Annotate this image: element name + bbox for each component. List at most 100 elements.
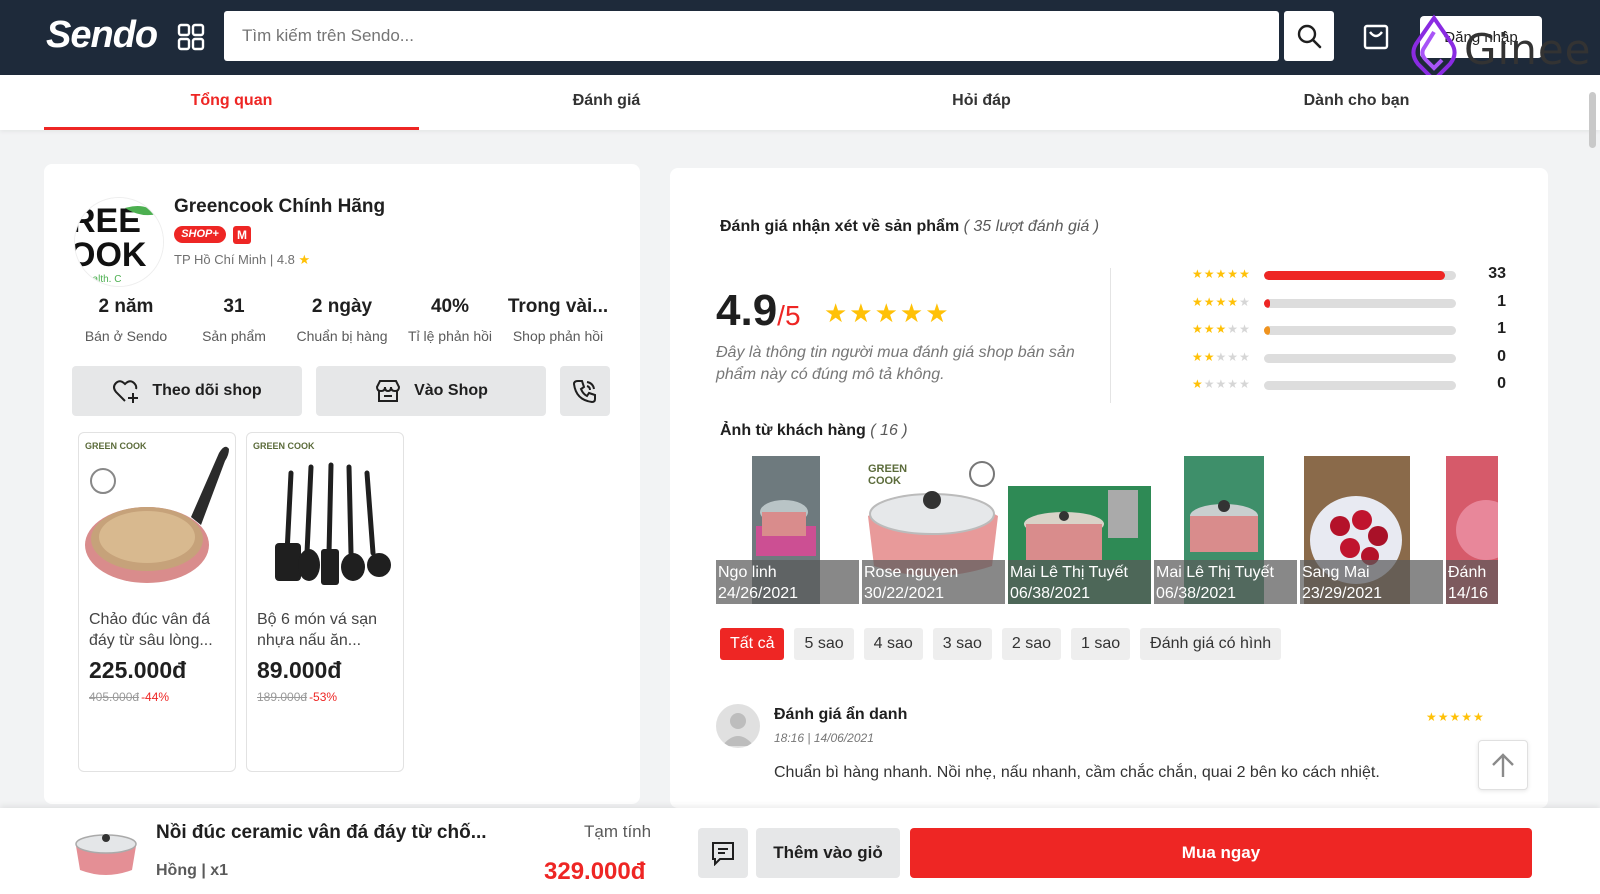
svg-text:ealth. C: ealth. C xyxy=(87,274,121,285)
filter-4-star[interactable]: 4 sao xyxy=(863,628,923,660)
search-icon xyxy=(1297,24,1322,49)
chat-icon xyxy=(712,842,734,866)
photo-date: 06/38/2021 xyxy=(1010,585,1091,602)
product-old-price: 405.000đ xyxy=(89,690,140,704)
shop-stats: 2 năm Bán ở Sendo 31 Sản phẩm 2 ngày Chu… xyxy=(72,296,612,344)
rating-stars-icon: ★★★★★ xyxy=(1192,349,1251,364)
shop-plus-badge: SHOP+ xyxy=(174,226,226,243)
tab-danh-gia[interactable]: Đánh giá xyxy=(419,75,794,130)
filter-2-star[interactable]: 2 sao xyxy=(1001,628,1062,660)
rating-stars-icon: ★★★★★ xyxy=(1192,267,1251,281)
chat-button[interactable] xyxy=(698,828,748,878)
sendo-logo[interactable]: Sendo xyxy=(46,14,158,57)
product-old-price: 189.000đ xyxy=(257,690,308,704)
call-shop-button[interactable] xyxy=(560,366,610,416)
filter-1-star[interactable]: 1 sao xyxy=(1071,628,1131,660)
svg-text:GREEN: GREEN xyxy=(868,463,907,475)
stat-value: 2 ngày xyxy=(311,296,373,317)
photo-author: Ngo linh xyxy=(718,564,777,581)
filter-3-star[interactable]: 3 sao xyxy=(932,628,992,660)
rating-row-2-star: ★★★★★ 0 xyxy=(1192,348,1522,368)
rating-row-5-star: ★★★★★ 33 xyxy=(1192,265,1522,285)
stat-label: Chuẩn bị hàng xyxy=(296,328,388,344)
product-old-price-row: 189.000đ -53% xyxy=(257,690,393,704)
photo-date: 06/38/2021 xyxy=(1156,585,1237,602)
stat-label: Sản phẩm xyxy=(202,328,266,344)
stat-prep-time: 2 ngày Chuẩn bị hàng xyxy=(288,296,396,344)
rating-row-3-star: ★★★★★ 1 xyxy=(1192,320,1522,340)
product-title: Chảo đúc vân đá đáy từ sâu lòng... xyxy=(89,611,213,649)
photo-author: Đánh xyxy=(1448,564,1487,581)
shop-location-text: TP Hồ Chí Minh | 4.8 xyxy=(174,252,295,267)
photo-caption: Sang Mai 23/29/2021 xyxy=(1300,560,1443,604)
rating-row-4-star: ★★★★★ 1 xyxy=(1192,293,1522,313)
product-card[interactable]: GREEN COOK Chảo đúc vân đá đáy từ sâu lò… xyxy=(78,432,236,772)
reviews-title-text: Đánh giá nhận xét về sản phẩm xyxy=(720,218,960,235)
photo-caption: Rose nguyen 30/22/2021 xyxy=(862,560,1005,604)
customer-photo[interactable]: Mai Lê Thị Tuyết 06/38/2021 xyxy=(1008,456,1151,604)
product-discount: -44% xyxy=(141,690,170,704)
user-icon xyxy=(722,713,754,746)
cart-icon[interactable] xyxy=(1360,20,1392,52)
photo-date: 14/16 xyxy=(1448,585,1489,602)
customer-photo[interactable]: Sang Mai 23/29/2021 xyxy=(1300,456,1443,604)
photo-author: Mai Lê Thị Tuyết xyxy=(1010,564,1128,581)
svg-text:OOK: OOK xyxy=(75,236,147,274)
filter-5-star[interactable]: 5 sao xyxy=(794,628,854,660)
rating-count: 0 xyxy=(1497,375,1506,392)
heart-plus-icon xyxy=(113,380,139,403)
add-to-cart-button[interactable]: Thêm vào giỏ xyxy=(756,828,900,878)
customer-photo[interactable]: Đánh 14/16 xyxy=(1446,456,1498,604)
customer-photo[interactable]: GREEN COOK Rose nguyen 30/22/2021 xyxy=(862,456,1005,604)
tab-hoi-dap[interactable]: Hỏi đáp xyxy=(794,75,1169,130)
search-button[interactable] xyxy=(1284,11,1334,61)
bottom-product-variant: Hồng | x1 xyxy=(156,862,229,879)
customer-photo[interactable]: Mai Lê Thị Tuyết 06/38/2021 xyxy=(1154,456,1297,604)
reviewer-name: Đánh giá ẩn danh xyxy=(774,706,908,723)
review-text: Chuẩn bì hàng nhanh. Nồi nhẹ, nấu nhanh,… xyxy=(774,764,1380,781)
mall-badge: M xyxy=(233,226,251,244)
rating-bar-fill xyxy=(1264,326,1270,335)
back-to-top-button[interactable] xyxy=(1478,740,1528,790)
shop-location-rating: TP Hồ Chí Minh | 4.8 ★ xyxy=(174,252,310,268)
rating-count: 33 xyxy=(1488,265,1506,282)
photo-caption: Ngo linh 24/26/2021 xyxy=(716,560,859,604)
stat-products: 31 Sản phẩm xyxy=(180,296,288,344)
apps-grid-icon[interactable] xyxy=(176,22,206,52)
product-thumbnail[interactable] xyxy=(72,818,140,880)
rating-stars-icon: ★★★★★ xyxy=(1192,294,1251,309)
filter-all[interactable]: Tất cả xyxy=(720,628,785,660)
product-card[interactable]: GREEN COOK Bộ 6 món vá sạn nhựa nấu ăn..… xyxy=(246,432,404,772)
visit-shop-button[interactable]: Vào Shop xyxy=(316,366,546,416)
subtotal-price: 329.000đ xyxy=(544,858,646,885)
customer-photos-title-text: Ảnh từ khách hàng xyxy=(720,422,866,439)
search-input[interactable] xyxy=(224,11,1279,61)
follow-shop-button[interactable]: Theo dõi shop xyxy=(72,366,302,416)
buy-now-button[interactable]: Mua ngay xyxy=(910,828,1532,878)
tab-danh-cho-ban[interactable]: Dành cho bạn xyxy=(1169,75,1544,130)
rating-bar-track xyxy=(1264,298,1456,308)
score-stars-icon: ★★★★★ xyxy=(824,298,951,328)
pan-illustration xyxy=(85,446,229,583)
customer-photos-title: Ảnh từ khách hàng ( 16 ) xyxy=(720,422,908,440)
score-max: /5 xyxy=(777,300,801,331)
product-image: GREEN COOK xyxy=(247,433,403,603)
photo-date: 24/26/2021 xyxy=(718,585,799,602)
stat-value: 40% xyxy=(430,296,470,317)
stat-label: Tỉ lệ phản hồi xyxy=(407,328,493,344)
score-description: Đây là thông tin người mua đánh giá shop… xyxy=(716,344,1075,383)
average-score: 4.9/5 xyxy=(716,286,801,336)
phone-icon xyxy=(572,380,596,404)
stat-response-time: Trong vài... Shop phản hồi xyxy=(504,296,612,344)
tab-tong-quan[interactable]: Tổng quan xyxy=(44,75,419,130)
rating-stars-icon: ★★★★★ xyxy=(1192,377,1251,391)
reviewer-avatar xyxy=(716,704,760,748)
reviews-count: ( 35 lượt đánh giá ) xyxy=(963,218,1100,235)
customer-photo[interactable]: Ngo linh 24/26/2021 xyxy=(716,456,859,604)
page-scrollbar[interactable] xyxy=(1589,92,1596,148)
photo-caption: Mai Lê Thị Tuyết 06/38/2021 xyxy=(1008,560,1151,604)
filter-with-photos[interactable]: Đánh giá có hình xyxy=(1140,628,1282,660)
shop-name[interactable]: Greencook Chính Hãng xyxy=(174,196,385,218)
shop-avatar[interactable]: REE OOK ealth. C xyxy=(74,197,164,287)
product-price: 89.000đ xyxy=(257,657,342,683)
